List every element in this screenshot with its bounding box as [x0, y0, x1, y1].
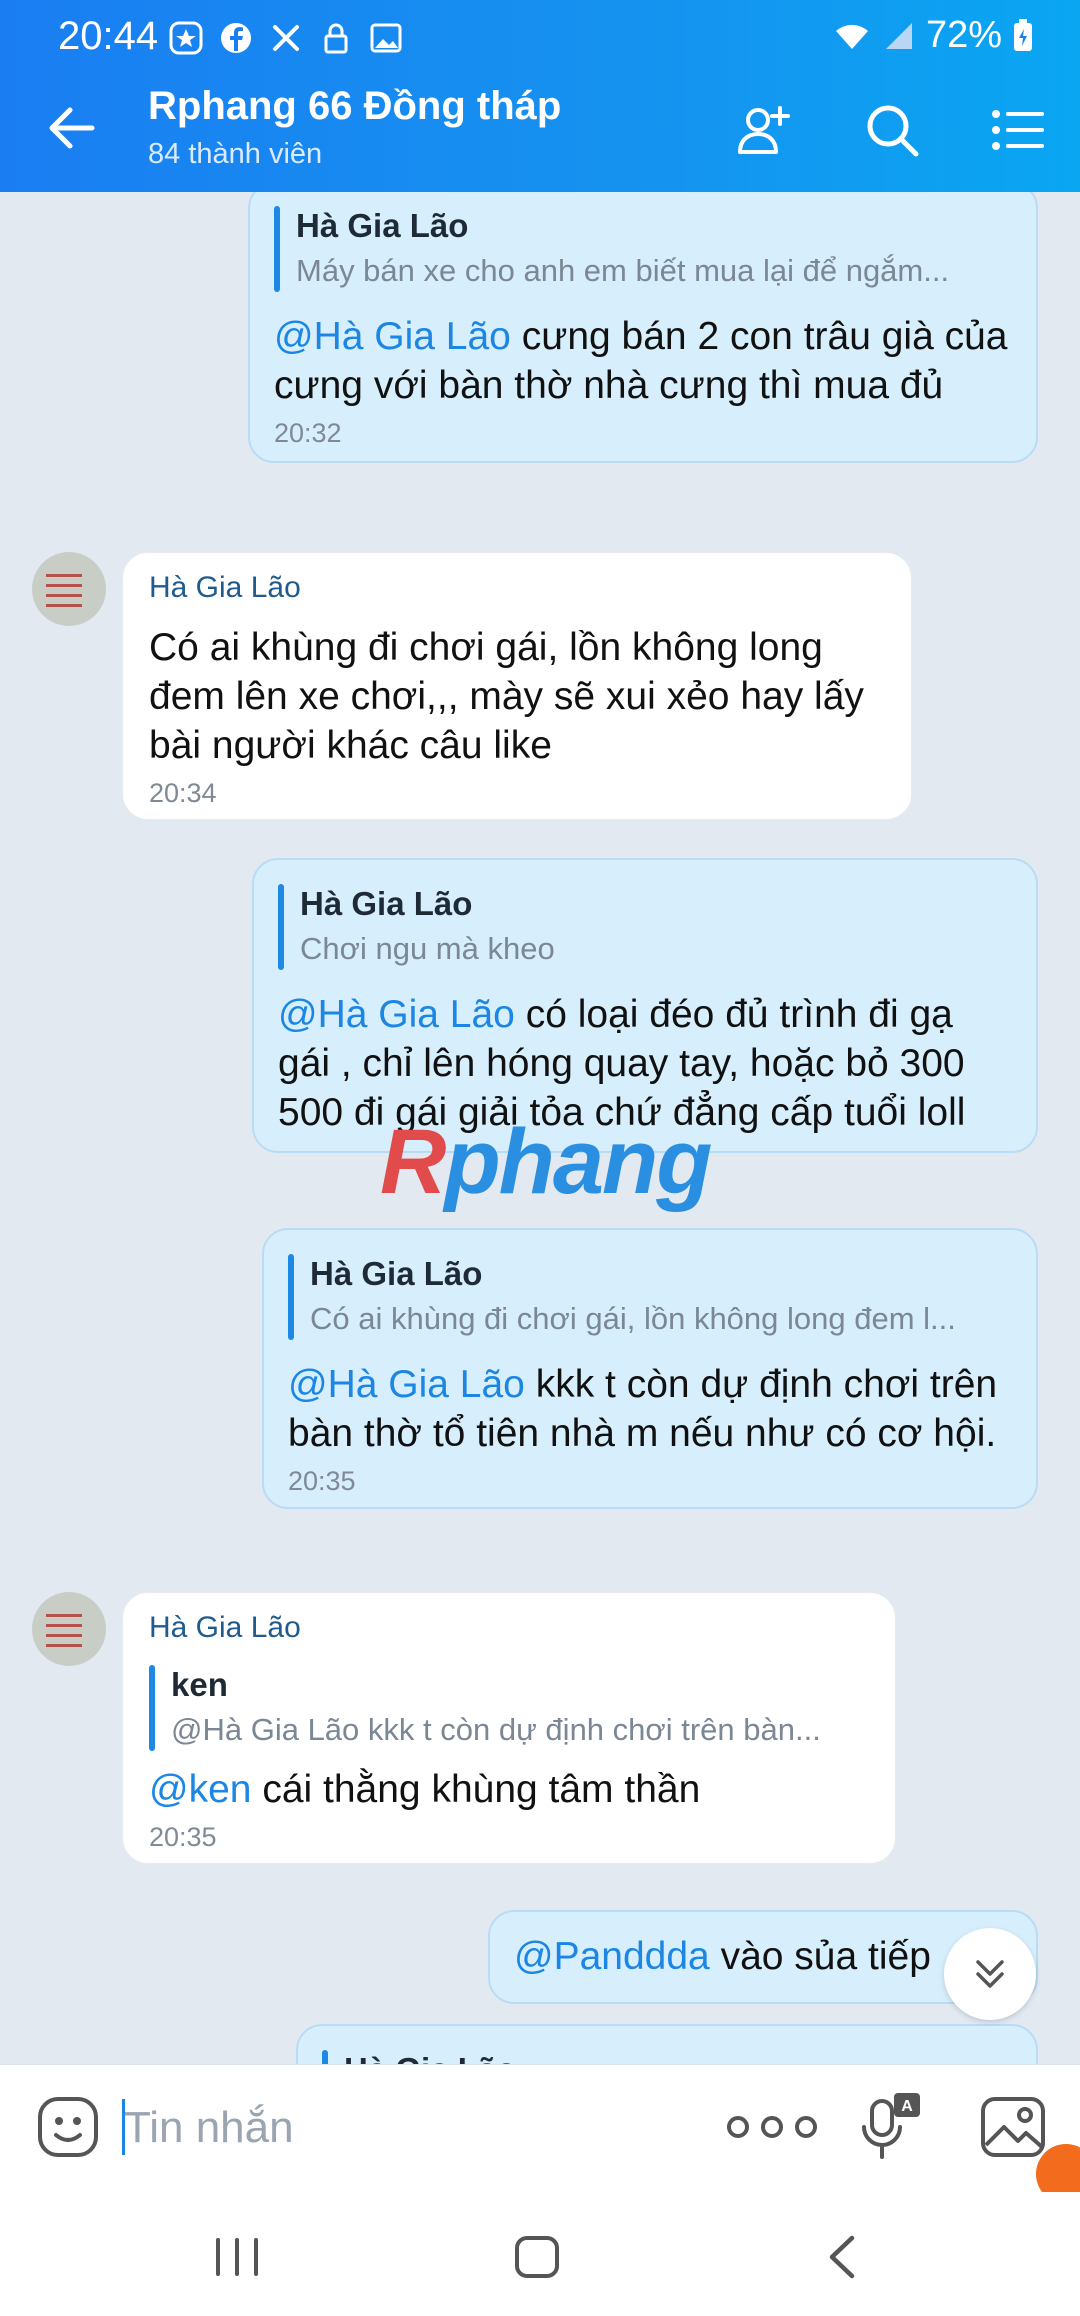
message-text: @Hà Gia Lão kkk t còn dự định chơi trên … — [288, 1360, 1012, 1458]
svg-text:A: A — [901, 2098, 913, 2115]
double-chevron-down-icon — [976, 1960, 1004, 1988]
image-icon — [368, 20, 404, 56]
watermark-rest: phang — [444, 1111, 712, 1213]
quote-sender: Hà Gia Lão — [344, 2048, 1012, 2064]
message-bubble-outgoing[interactable]: Hà Gia Lão Máy bán xe cho anh em biết mu… — [248, 192, 1038, 463]
quote-text: Máy bán xe cho anh em biết mua lại để ng… — [296, 253, 950, 288]
back-arrow-icon[interactable] — [40, 96, 104, 160]
message-time: 20:34 — [149, 778, 217, 808]
watermark-letter: R — [380, 1111, 446, 1213]
add-member-icon[interactable] — [734, 100, 794, 160]
home-icon[interactable] — [502, 2232, 572, 2282]
sender-name[interactable]: Hà Gia Lão — [149, 1611, 869, 1645]
reply-quote[interactable]: Hà Gia Lão Chơi ngu mà kheo — [278, 882, 1012, 972]
lock-icon — [318, 20, 354, 56]
member-count[interactable]: 84 thành viên — [148, 138, 322, 171]
battery-percent: 72% — [925, 14, 1002, 56]
more-options-icon[interactable] — [716, 2099, 828, 2155]
reply-quote[interactable]: ken @Hà Gia Lão kkk t còn dự định chơi t… — [149, 1663, 869, 1753]
quote-sender: Hà Gia Lão — [310, 1255, 483, 1292]
wifi-icon — [835, 24, 868, 49]
system-nav-bar — [0, 2192, 1080, 2316]
message-input[interactable]: Tin nhắn — [124, 2103, 294, 2153]
rphang-watermark: Rphang — [380, 1110, 712, 1215]
message-bubble-outgoing[interactable]: Hà Gia Lão Chơi ngu mà kheo @Hà Gia Lão … — [252, 858, 1038, 1153]
facebook-icon — [218, 20, 254, 56]
voice-to-text-icon[interactable]: A — [858, 2091, 922, 2163]
star-badge-icon — [168, 20, 204, 56]
chat-header: Rphang 66 Đồng tháp 84 thành viên — [0, 66, 1080, 192]
quote-sender: Hà Gia Lão — [300, 885, 473, 922]
image-picker-icon[interactable] — [980, 2095, 1046, 2159]
status-time: 20:44 — [58, 14, 159, 58]
scroll-to-bottom-button[interactable] — [944, 1928, 1036, 2020]
sender-name[interactable]: Hà Gia Lão — [149, 571, 885, 605]
message-body: cái thằng khùng tâm thần — [251, 1768, 701, 1811]
menu-list-icon[interactable] — [988, 100, 1048, 160]
mention-link[interactable]: @Panddda — [514, 1935, 710, 1978]
status-right: 72% — [832, 14, 1034, 57]
tools-icon — [268, 20, 304, 56]
message-bubble-incoming[interactable]: Hà Gia Lão ken @Hà Gia Lão kkk t còn dự … — [122, 1592, 896, 1864]
battery-icon — [1014, 18, 1032, 51]
quote-text: @Hà Gia Lão kkk t còn dự định chơi trên … — [171, 1712, 821, 1747]
mention-link[interactable]: @Hà Gia Lão — [278, 993, 515, 1036]
message-composer: Tin nhắn A — [0, 2064, 1080, 2193]
signal-icon — [885, 22, 912, 49]
mention-link[interactable]: @ken — [149, 1768, 251, 1811]
message-text: @Panddda vào sủa tiếp — [514, 1932, 1012, 1981]
search-icon[interactable] — [862, 100, 922, 160]
quote-sender: ken — [171, 1666, 228, 1703]
message-time: 20:32 — [274, 418, 342, 448]
reply-quote[interactable]: Hà Gia Lão — [322, 2048, 1012, 2064]
reply-quote[interactable]: Hà Gia Lão Có ai khùng đi chơi gái, lồn … — [288, 1252, 1012, 1342]
mention-link[interactable]: @Hà Gia Lão — [274, 315, 511, 358]
message-body: vào sủa tiếp — [709, 1935, 931, 1978]
sticker-emoji-icon[interactable] — [36, 2095, 100, 2159]
notification-icons — [168, 20, 404, 56]
quote-sender: Hà Gia Lão — [296, 207, 469, 244]
message-bubble-outgoing[interactable]: Hà Gia Lão — [296, 2024, 1038, 2064]
top-bar: 20:44 72% Rphang 66 Đồng tháp 84 thành v… — [0, 0, 1080, 192]
back-icon[interactable] — [808, 2232, 878, 2282]
reply-quote[interactable]: Hà Gia Lão Máy bán xe cho anh em biết mu… — [274, 204, 1012, 294]
message-bubble-outgoing[interactable]: Hà Gia Lão Có ai khùng đi chơi gái, lồn … — [262, 1228, 1038, 1509]
message-time: 20:35 — [288, 1466, 356, 1496]
message-text: @ken cái thằng khùng tâm thần — [149, 1765, 869, 1814]
status-bar: 20:44 72% — [0, 0, 1080, 66]
avatar[interactable] — [32, 552, 106, 626]
quote-text: Có ai khùng đi chơi gái, lồn không long … — [310, 1301, 956, 1336]
mention-link[interactable]: @Hà Gia Lão — [288, 1363, 525, 1406]
message-text: Có ai khùng đi chơi gái, lồn không long … — [149, 626, 864, 767]
recent-apps-icon[interactable] — [202, 2232, 272, 2282]
message-text: @Hà Gia Lão cưng bán 2 con trâu già của … — [274, 312, 1012, 410]
quote-text: Chơi ngu mà kheo — [300, 931, 555, 966]
message-bubble-incoming[interactable]: Hà Gia Lão Có ai khùng đi chơi gái, lồn … — [122, 552, 912, 820]
avatar[interactable] — [32, 1592, 106, 1666]
group-title[interactable]: Rphang 66 Đồng tháp — [148, 84, 561, 129]
message-time: 20:35 — [149, 1822, 217, 1852]
